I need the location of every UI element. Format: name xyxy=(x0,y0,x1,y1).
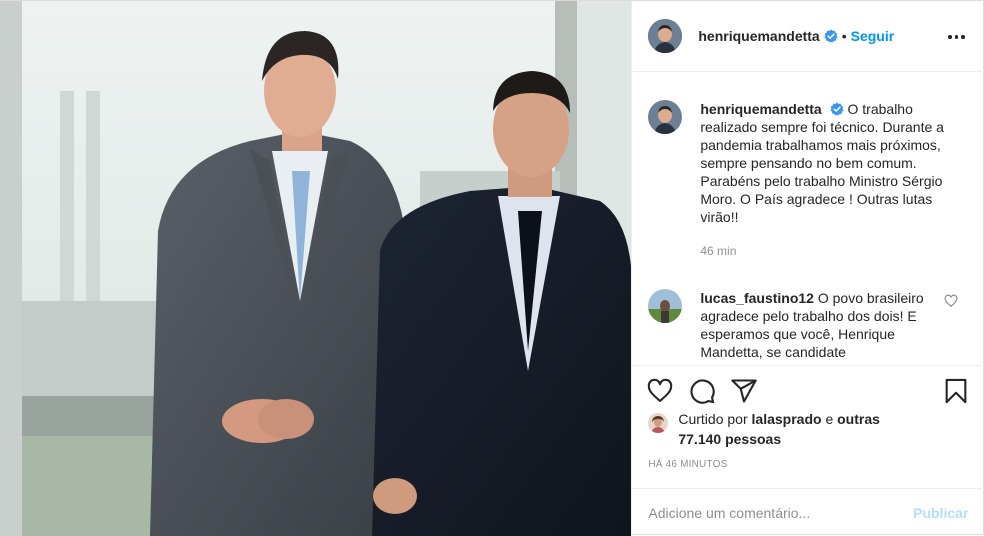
author-username[interactable]: henriquemandetta xyxy=(698,28,819,44)
comment-input[interactable] xyxy=(648,504,914,521)
comment-item: lucas_faustino12 O povo brasileiro agrad… xyxy=(648,289,954,361)
follow-button[interactable]: Seguir xyxy=(851,28,895,44)
comments-list[interactable]: henriquemandetta O trabalho realizado se… xyxy=(632,73,984,365)
post-image xyxy=(0,1,632,536)
liker-avatar[interactable] xyxy=(648,413,669,433)
caption-comment: henriquemandetta O trabalho realizado se… xyxy=(648,100,958,260)
add-comment-form: Publicar xyxy=(632,488,984,536)
verified-badge-icon xyxy=(830,102,844,116)
commenter-username[interactable]: lucas_faustino12 xyxy=(700,290,814,306)
comment-icon[interactable] xyxy=(688,377,716,405)
bookmark-icon[interactable] xyxy=(942,377,970,405)
likes-joiner: e xyxy=(825,411,834,427)
caption-username[interactable]: henriquemandetta xyxy=(700,101,821,117)
caption-text: O trabalho realizado sempre foi técnico.… xyxy=(700,101,944,225)
header-separator: • xyxy=(841,28,847,44)
post-photo[interactable] xyxy=(0,1,632,536)
likes-summary: Curtido por lalasprado e outras 77.140 p… xyxy=(648,409,898,449)
caption-body: henriquemandetta O trabalho realizado se… xyxy=(700,100,958,260)
likes-prefix: Curtido por xyxy=(678,411,748,427)
caption-avatar-image xyxy=(648,100,683,134)
publish-button[interactable]: Publicar xyxy=(913,505,968,521)
liker-username[interactable]: lalasprado xyxy=(752,411,822,427)
post-side-panel: henriquemandetta • Seguir henriquemandet… xyxy=(631,1,984,536)
post-actions xyxy=(632,365,984,415)
caption-time[interactable]: 46 min xyxy=(700,242,958,260)
comment-body: lucas_faustino12 O povo brasileiro agrad… xyxy=(700,289,954,361)
commenter-avatar-image xyxy=(648,289,683,323)
verified-badge-icon xyxy=(824,29,838,43)
author-avatar-image xyxy=(648,19,683,53)
more-options-icon[interactable] xyxy=(944,25,968,49)
commenter-avatar[interactable] xyxy=(648,289,683,323)
comment-like-heart-icon[interactable] xyxy=(944,294,958,308)
post-header: henriquemandetta • Seguir xyxy=(632,1,984,72)
likes-text: Curtido por lalasprado e outras 77.140 p… xyxy=(678,409,898,449)
instagram-post: henriquemandetta • Seguir henriquemandet… xyxy=(0,0,984,536)
author-avatar[interactable] xyxy=(648,19,683,53)
share-icon[interactable] xyxy=(730,377,758,405)
post-timestamp[interactable]: HÁ 46 MINUTOS xyxy=(648,459,727,470)
caption-avatar[interactable] xyxy=(648,100,683,134)
heart-icon[interactable] xyxy=(646,377,674,405)
liker-avatar-image xyxy=(648,413,669,433)
